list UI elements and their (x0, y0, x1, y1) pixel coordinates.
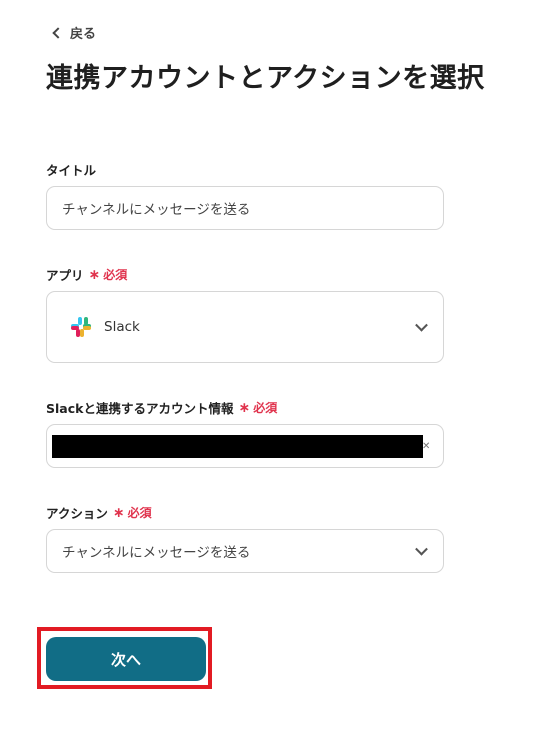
clear-icon: ✕ (422, 441, 431, 452)
action-label-text: アクション (46, 506, 108, 521)
back-label: 戻る (70, 26, 97, 42)
required-badge: ∗ 必須 (112, 504, 152, 521)
app-select[interactable]: Slack (46, 291, 444, 363)
asterisk-icon: ∗ (88, 266, 101, 283)
slack-logo-icon (71, 317, 91, 337)
action-select-value: チャンネルにメッセージを送る (62, 545, 251, 561)
page-title: 連携アカウントとアクションを選択 (46, 63, 485, 94)
account-label-text: Slackと連携するアカウント情報 (46, 401, 234, 416)
required-badge: ∗ 必須 (88, 266, 128, 283)
back-link[interactable]: 戻る (52, 23, 97, 42)
chevron-down-icon (415, 318, 428, 332)
title-field-label: タイトル (46, 160, 96, 179)
asterisk-icon: ∗ (112, 504, 125, 521)
app-label-text: アプリ (46, 268, 84, 283)
chevron-down-icon (415, 542, 428, 556)
asterisk-icon: ∗ (238, 399, 251, 416)
action-select[interactable]: チャンネルにメッセージを送る (46, 529, 444, 573)
title-input-value: チャンネルにメッセージを送る (62, 202, 251, 218)
account-field-label: Slackと連携するアカウント情報 ∗ 必須 (46, 398, 277, 417)
title-label-text: タイトル (46, 163, 97, 178)
action-field-label: アクション ∗ 必須 (46, 503, 152, 522)
redacted-account-value (52, 435, 423, 458)
required-badge: ∗ 必須 (238, 399, 278, 416)
account-select[interactable]: ✕ (46, 424, 444, 468)
app-field-label: アプリ ∗ 必須 (46, 265, 127, 284)
title-input[interactable]: チャンネルにメッセージを送る (46, 186, 444, 230)
app-select-value: Slack (104, 319, 140, 335)
next-button[interactable]: 次へ (46, 637, 206, 681)
chevron-left-icon (52, 26, 64, 39)
